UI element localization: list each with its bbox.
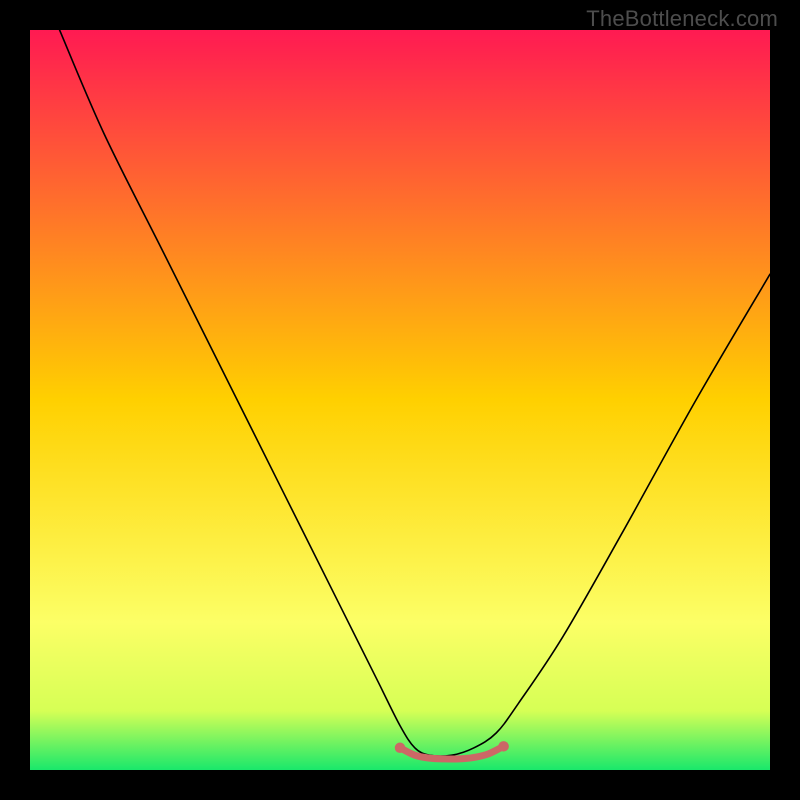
chart-frame: TheBottleneck.com: [0, 0, 800, 800]
plot-area: [30, 30, 770, 770]
flat-marker-endpoint: [395, 743, 406, 754]
flat-marker-endpoint: [498, 741, 509, 752]
watermark-label: TheBottleneck.com: [586, 6, 778, 32]
gradient-background: [30, 30, 770, 770]
chart-svg: [30, 30, 770, 770]
